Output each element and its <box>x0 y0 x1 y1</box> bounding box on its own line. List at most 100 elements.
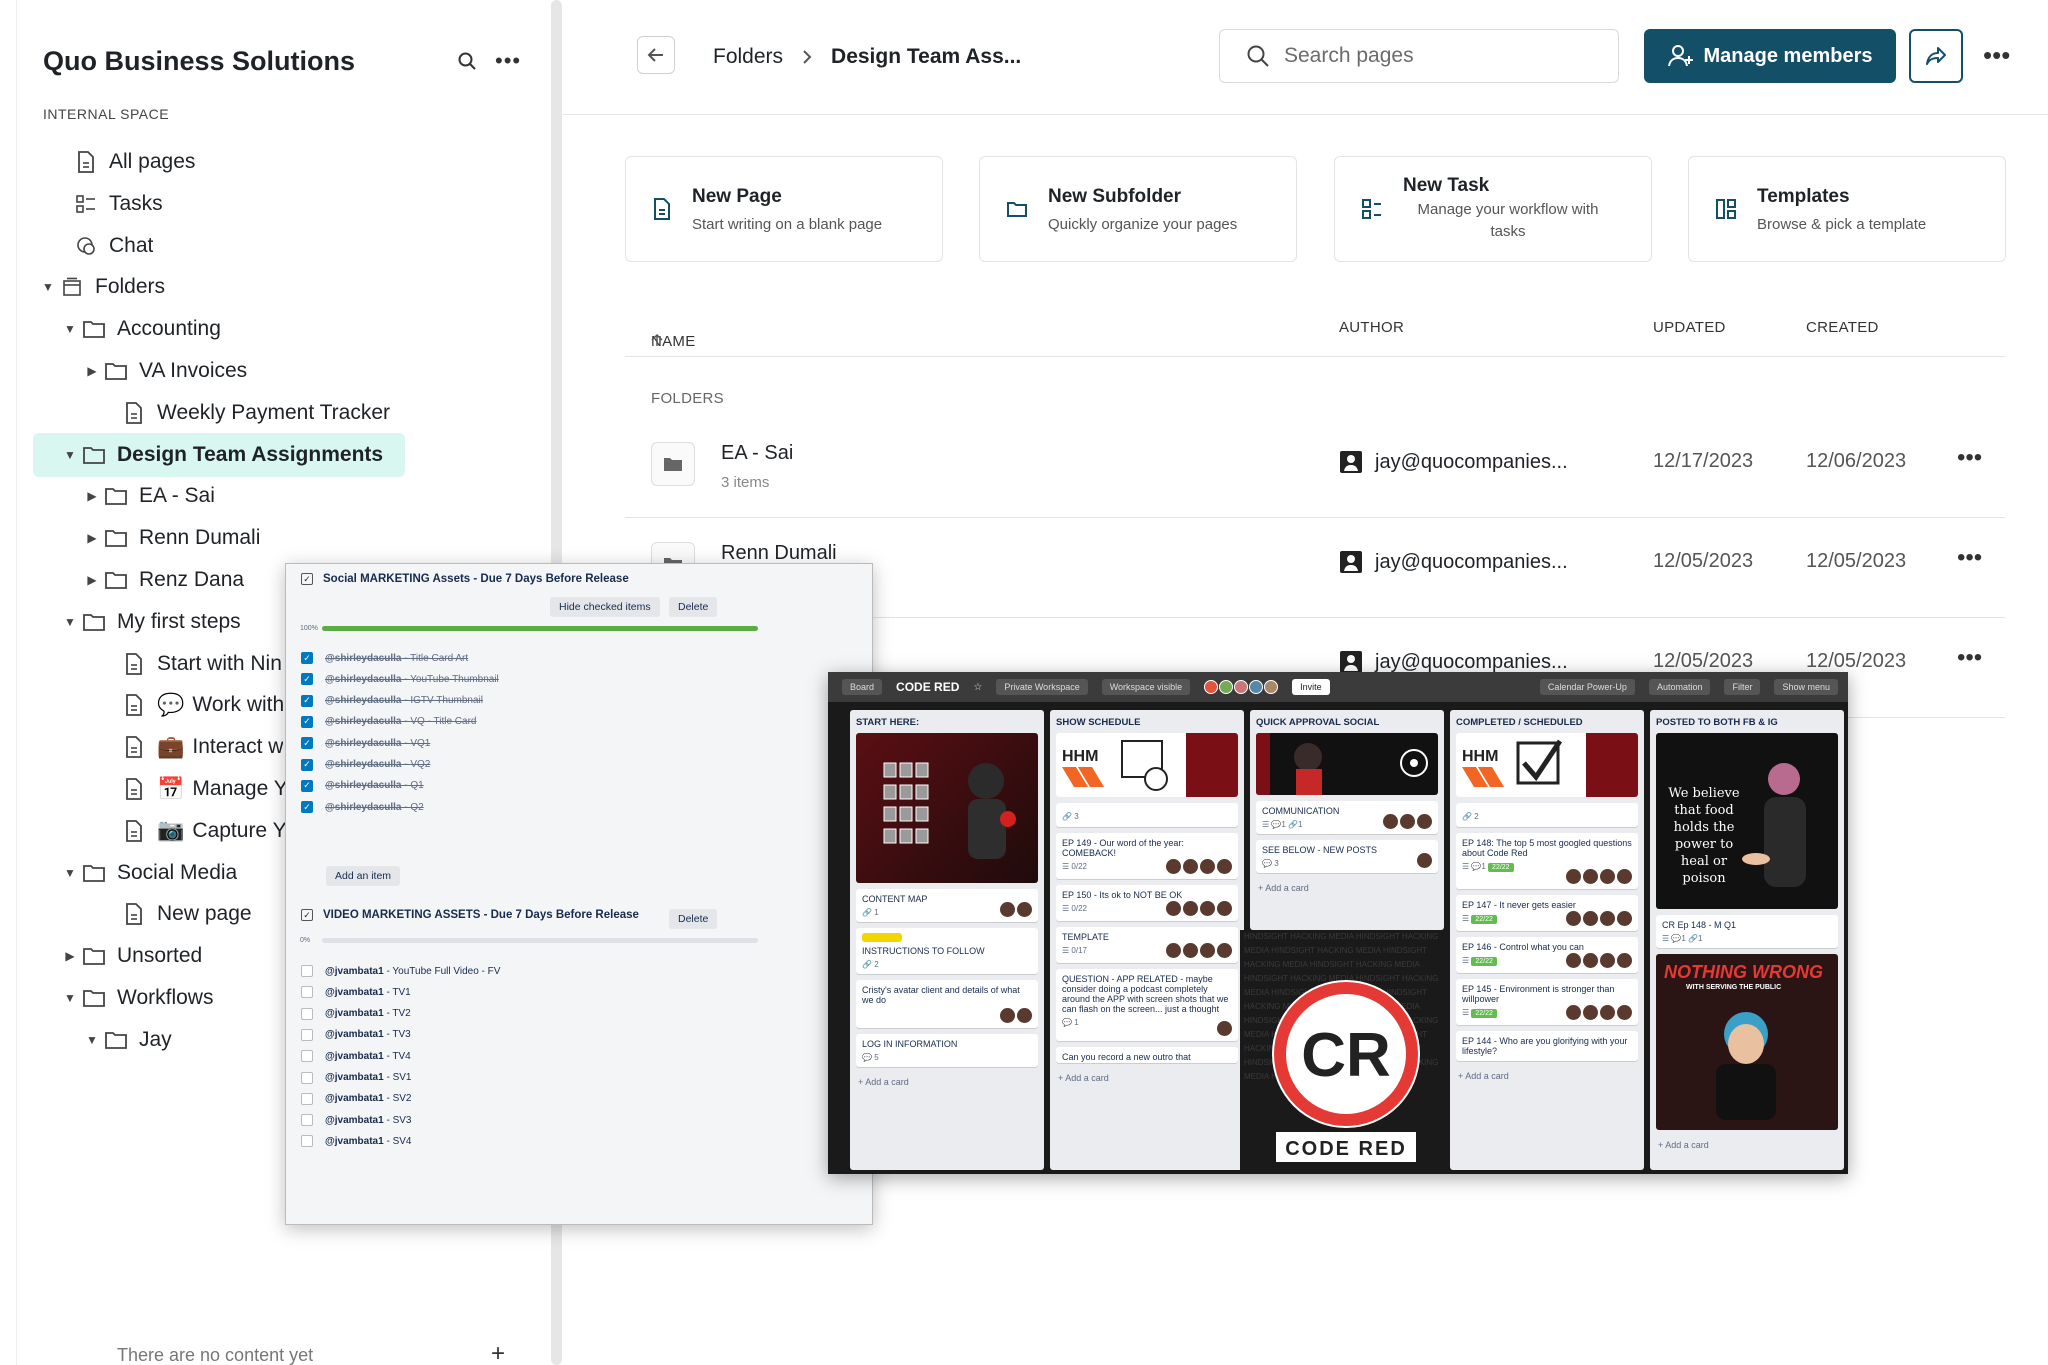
checklist-item[interactable]: @jvambata1 - SV2 <box>301 1088 411 1110</box>
board-card[interactable]: TEMPLATE ☰ 0/17 <box>1056 927 1238 963</box>
breadcrumb-folders[interactable]: Folders <box>713 45 783 69</box>
checklist-item[interactable]: ✓ @shirleydaculla - IGTV Thumbnail <box>301 690 483 712</box>
caret-right-icon[interactable]: ▶ <box>83 531 101 545</box>
col-author[interactable]: AUTHOR <box>1339 319 1404 336</box>
manage-members-button[interactable]: Manage members <box>1644 29 1896 83</box>
board-card[interactable]: QUESTION - APP RELATED - maybe consider … <box>1056 969 1238 1041</box>
sidebar-item[interactable]: ▶ EA - Sai <box>83 474 215 518</box>
new-task-card[interactable]: New Task Manage your workflow with tasks <box>1334 156 1652 262</box>
checklist-item[interactable]: @jvambata1 - YouTube Full Video - FV <box>301 960 500 982</box>
add-card-button[interactable]: + Add a card <box>1650 1136 1844 1154</box>
checkbox-unchecked[interactable] <box>301 965 313 977</box>
board-card[interactable]: SEE BELOW - NEW POSTS 💬 3 <box>1256 840 1438 873</box>
checklist-item[interactable]: @jvambata1 - TV3 <box>301 1024 411 1046</box>
sidebar-item[interactable]: ▶ Unsorted <box>61 934 202 978</box>
checkbox-unchecked[interactable] <box>301 1050 313 1063</box>
sidebar-item[interactable]: Start with Nin <box>101 642 282 686</box>
row-name[interactable]: Renn Dumali <box>721 542 837 565</box>
board-card[interactable]: Can you record a new outro that <box>1056 1047 1238 1063</box>
sidebar-item[interactable]: New page <box>101 892 252 936</box>
col-created[interactable]: CREATED <box>1806 319 1879 336</box>
checklist-item[interactable]: @jvambata1 - SV1 <box>301 1067 411 1089</box>
caret-down-icon[interactable]: ▼ <box>83 1033 101 1047</box>
board-card[interactable]: EP 150 - Its ok to NOT BE OK ☰ 0/22 <box>1056 885 1238 921</box>
checklist-item[interactable]: @jvambata1 - TV2 <box>301 1003 411 1025</box>
board-card[interactable]: EP 144 - Who are you glorifying with you… <box>1456 1031 1638 1061</box>
caret-right-icon[interactable]: ▶ <box>83 489 101 503</box>
sidebar-item[interactable]: ▼ Jay <box>83 1018 172 1062</box>
checklist-item[interactable]: ✓ @shirleydaculla - VQ2 <box>301 754 430 776</box>
sidebar-item[interactable]: 📅 Manage Y <box>101 767 288 811</box>
caret-down-icon[interactable]: ▼ <box>61 615 79 629</box>
caret-right-icon[interactable]: ▶ <box>83 573 101 587</box>
workspace-visible-chip[interactable]: Workspace visible <box>1101 679 1191 695</box>
checkbox-unchecked[interactable] <box>301 1007 313 1020</box>
automation-button[interactable]: Automation <box>1648 679 1711 695</box>
sidebar-item[interactable]: Weekly Payment Tracker <box>101 391 390 435</box>
checkbox-unchecked[interactable] <box>301 1071 313 1084</box>
sidebar-item[interactable]: ▼ My first steps <box>61 600 241 644</box>
caret-down-icon[interactable]: ▼ <box>61 448 79 462</box>
star-icon[interactable]: ☆ <box>973 682 982 693</box>
checkbox-unchecked[interactable] <box>301 1114 313 1127</box>
calendar-powerup[interactable]: Calendar Power-Up <box>1539 679 1635 695</box>
board-card[interactable]: EP 146 - Control what you can ☰ 22/22 <box>1456 937 1638 973</box>
checklist-item[interactable]: @jvambata1 - SV4 <box>301 1130 411 1152</box>
sidebar-item[interactable]: ▶ Renn Dumali <box>83 516 260 560</box>
checkbox-checked[interactable]: ✓ <box>301 779 313 792</box>
caret-right-icon[interactable]: ▶ <box>61 949 79 963</box>
show-menu-button[interactable]: Show menu <box>1774 679 1838 695</box>
caret-down-icon[interactable]: ▼ <box>61 991 79 1005</box>
board-card[interactable]: LOG IN INFORMATION 💬 5 <box>856 1034 1038 1067</box>
visibility-chip[interactable]: Private Workspace <box>996 679 1088 695</box>
search-input[interactable]: Search pages <box>1219 29 1619 83</box>
sidebar-item[interactable]: ▼ Workflows <box>61 976 213 1020</box>
board-card[interactable]: EP 148: The top 5 most googled questions… <box>1456 833 1638 889</box>
sidebar-item[interactable]: ▼ Design Team Assignments <box>33 432 405 477</box>
checkbox-checked[interactable]: ✓ <box>301 715 313 728</box>
more-icon[interactable]: ••• <box>1957 444 1982 472</box>
sidebar-item[interactable]: ▼ Accounting <box>61 307 221 351</box>
add-card-button[interactable]: + Add a card <box>1050 1069 1244 1087</box>
board-card[interactable]: EP 147 - It never gets easier ☰ 22/22 <box>1456 895 1638 931</box>
add-item-button[interactable]: Add an item <box>326 866 401 886</box>
checklist-item[interactable]: ✓ @shirleydaculla - Title Card Art <box>301 647 468 669</box>
caret-down-icon[interactable]: ▼ <box>39 280 57 294</box>
board-card[interactable]: CONTENT MAP 🔗 1 <box>856 889 1038 922</box>
checklist-item[interactable]: @jvambata1 - TV1 <box>301 981 411 1003</box>
checklist-item[interactable]: ✓ @shirleydaculla - VQ1 <box>301 732 430 754</box>
add-card-button[interactable]: + Add a card <box>850 1073 1044 1091</box>
sidebar-item[interactable]: ▼ Folders <box>39 265 165 309</box>
row-name[interactable]: EA - Sai <box>721 442 793 465</box>
board-card[interactable]: COMMUNICATION ☰ 💬1 🔗1 <box>1256 801 1438 834</box>
more-icon[interactable]: ••• <box>1957 644 1982 672</box>
sidebar-item[interactable]: Tasks <box>53 182 163 226</box>
new-subfolder-card[interactable]: New Subfolder Quickly organize your pages <box>979 156 1297 262</box>
sidebar-item[interactable]: ▼ Social Media <box>61 851 237 895</box>
sidebar-item[interactable]: ▶ Renz Dana <box>83 558 244 602</box>
checkbox-unchecked[interactable] <box>301 1028 313 1041</box>
checkbox-checked[interactable]: ✓ <box>301 801 313 814</box>
checkbox-unchecked[interactable] <box>301 1135 313 1148</box>
back-button[interactable] <box>637 36 675 74</box>
checklist-item[interactable]: ✓ @shirleydaculla - Q2 <box>301 796 424 818</box>
board-card[interactable]: Cristy's avatar client and details of wh… <box>856 980 1038 1028</box>
checklist-item[interactable]: @jvambata1 - SV3 <box>301 1109 411 1131</box>
checkbox-checked[interactable]: ✓ <box>301 694 313 707</box>
checkbox-checked[interactable]: ✓ <box>301 758 313 771</box>
board-button[interactable]: Board <box>842 679 883 695</box>
sidebar-item[interactable]: ▶ VA Invoices <box>83 349 247 393</box>
checklist-item[interactable]: ✓ @shirleydaculla - YouTube Thumbnail <box>301 668 499 690</box>
add-card-button[interactable]: + Add a card <box>1450 1067 1644 1085</box>
sidebar-item[interactable]: 📷 Capture Y <box>101 809 287 853</box>
add-icon[interactable]: + <box>491 1340 505 1365</box>
checklist-item[interactable]: ✓ @shirleydaculla - VQ - Title Card <box>301 711 476 733</box>
board-card[interactable]: EP 145 - Environment is stronger than wi… <box>1456 979 1638 1025</box>
templates-card[interactable]: Templates Browse & pick a template <box>1688 156 2006 262</box>
new-page-card[interactable]: New Page Start writing on a blank page <box>625 156 943 262</box>
more-icon[interactable]: ••• <box>1957 544 1982 572</box>
more-icon[interactable]: ••• <box>1983 40 2010 71</box>
filter-button[interactable]: Filter <box>1724 679 1761 695</box>
hide-checked-button[interactable]: Hide checked items <box>550 597 660 617</box>
invite-button[interactable]: Invite <box>1292 679 1330 695</box>
